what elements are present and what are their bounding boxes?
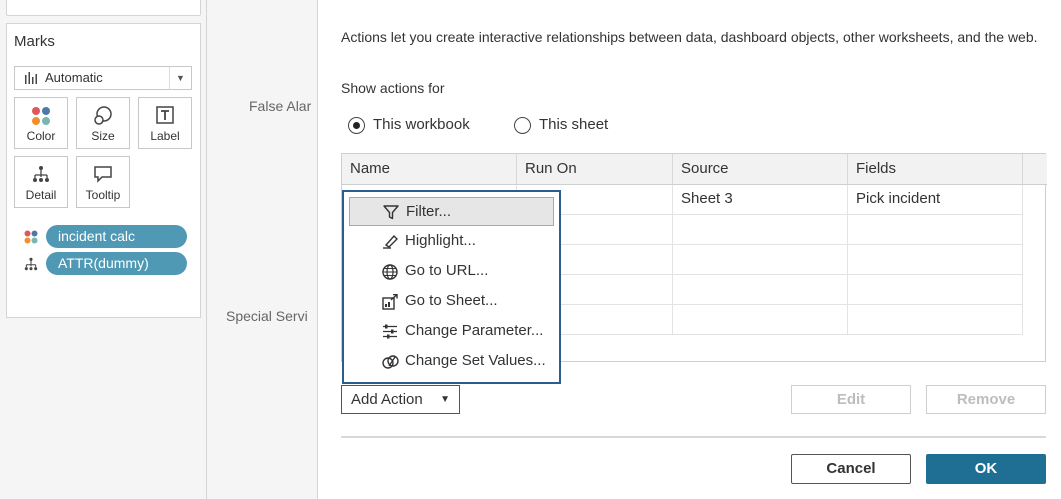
row-label-special-service: Special Servi (226, 308, 308, 324)
column-header-spacer (1023, 154, 1047, 185)
column-header-fields[interactable]: Fields (848, 154, 1023, 185)
menu-item-go-to-url[interactable]: Go to URL... (349, 257, 554, 286)
detail-button[interactable]: Detail (14, 156, 68, 208)
attr-dummy-pill[interactable]: ATTR(dummy) (46, 252, 187, 275)
column-header-run-on[interactable]: Run On (517, 154, 673, 185)
label-label: Label (150, 129, 180, 143)
set-values-icon (382, 355, 399, 369)
tooltip-label: Tooltip (85, 188, 121, 202)
radio-this-sheet[interactable] (514, 117, 531, 134)
pill-row-detail: ATTR(dummy) (22, 252, 192, 276)
edit-button[interactable]: Edit (791, 385, 911, 414)
text-t-icon (156, 106, 174, 124)
size-label: Size (91, 129, 115, 143)
chevron-down-icon: ▼ (169, 67, 191, 89)
color-button[interactable]: Color (14, 97, 68, 149)
column-header-source[interactable]: Source (673, 154, 848, 185)
color-label: Color (26, 129, 56, 143)
show-actions-label: Show actions for (341, 80, 445, 96)
mark-type-dropdown[interactable]: Automatic ▼ (14, 66, 192, 90)
pill-row-color: incident calc (22, 225, 192, 249)
tooltip-bubble-icon (94, 166, 112, 183)
label-button[interactable]: Label (138, 97, 192, 149)
row-label-false-alarm: False Alar (249, 98, 312, 114)
column-header-name[interactable]: Name (342, 154, 517, 185)
cell-source: Sheet 3 (673, 185, 848, 215)
add-action-button[interactable]: Add Action ▼ (341, 385, 460, 414)
menu-item-highlight[interactable]: Highlight... (349, 227, 554, 256)
divider (341, 436, 1046, 438)
go-to-sheet-icon (382, 294, 398, 310)
mark-type-value: Automatic (45, 70, 103, 85)
size-circles-icon (94, 106, 112, 125)
color-dots-icon (24, 230, 38, 244)
dialog-description: Actions let you create interactive relat… (341, 29, 1038, 45)
marks-title: Marks (14, 33, 55, 50)
menu-item-highlight-label: Highlight... (405, 232, 476, 249)
size-button[interactable]: Size (76, 97, 130, 149)
menu-item-filter[interactable]: Filter... (349, 197, 554, 226)
menu-item-go-to-sheet[interactable]: Go to Sheet... (349, 287, 554, 316)
menu-item-change-parameter[interactable]: Change Parameter... (349, 317, 554, 346)
bar-chart-icon (25, 72, 37, 84)
caret-down-icon: ▼ (440, 394, 450, 405)
color-dots-icon (32, 107, 50, 125)
menu-item-go-to-url-label: Go to URL... (405, 262, 489, 279)
highlight-pen-icon (383, 234, 398, 249)
menu-item-change-parameter-label: Change Parameter... (405, 322, 544, 339)
add-action-menu: Filter... Highlight... Go to URL... Go t… (342, 190, 561, 384)
detail-tree-icon (24, 257, 38, 271)
globe-icon (382, 264, 398, 280)
tooltip-button[interactable]: Tooltip (76, 156, 130, 208)
radio-this-workbook[interactable] (348, 117, 365, 134)
add-action-label: Add Action (351, 391, 423, 408)
menu-item-change-set-values-label: Change Set Values... (405, 352, 546, 369)
remove-button[interactable]: Remove (926, 385, 1046, 414)
radio-this-sheet-label[interactable]: This sheet (539, 116, 608, 133)
menu-item-change-set-values[interactable]: Change Set Values... (349, 347, 554, 376)
worksheet-background: False Alar Special Servi (207, 0, 318, 499)
menu-item-go-to-sheet-label: Go to Sheet... (405, 292, 498, 309)
detail-tree-icon (33, 166, 49, 182)
parameter-sliders-icon (383, 324, 397, 339)
cell-fields: Pick incident (848, 185, 1023, 215)
radio-this-workbook-label[interactable]: This workbook (373, 116, 470, 133)
detail-label: Detail (25, 188, 57, 202)
incident-calc-pill[interactable]: incident calc (46, 225, 187, 248)
cancel-button[interactable]: Cancel (791, 454, 911, 484)
filter-icon (383, 205, 399, 220)
menu-item-filter-label: Filter... (406, 203, 452, 220)
ok-button[interactable]: OK (926, 454, 1046, 484)
filters-card (6, 0, 201, 16)
